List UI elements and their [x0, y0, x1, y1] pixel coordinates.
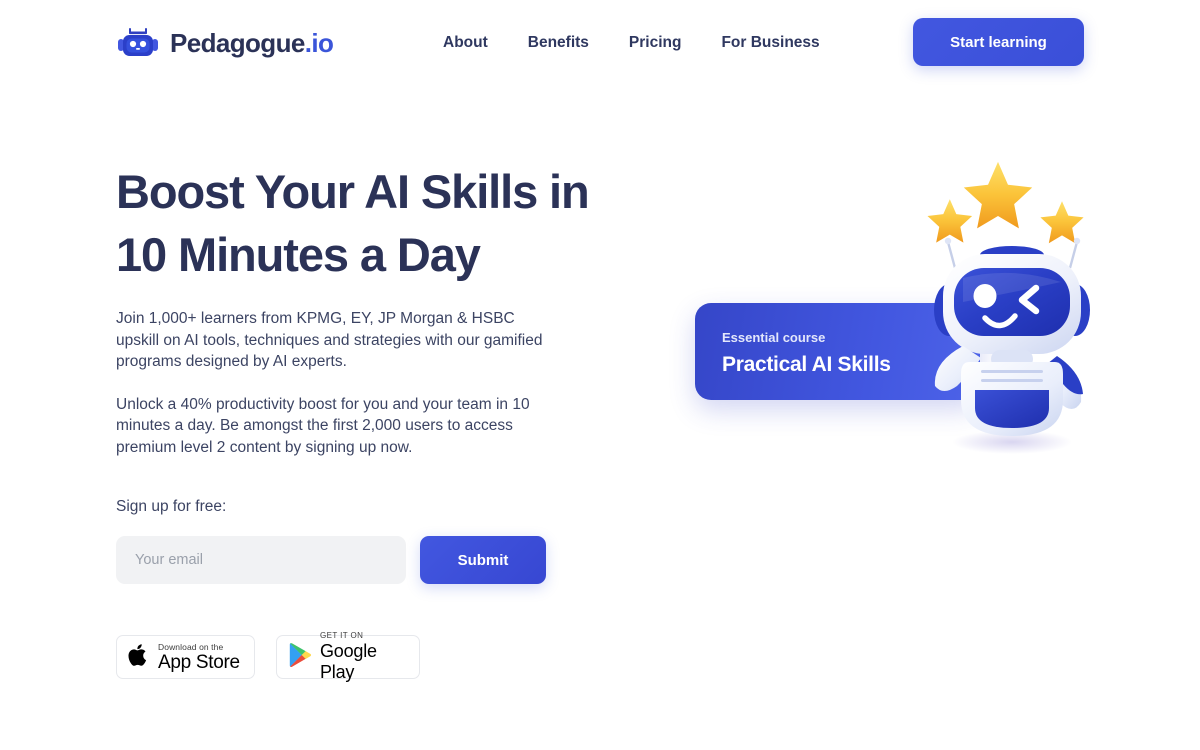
submit-button[interactable]: Submit	[420, 536, 546, 584]
app-store-badge-top: Download on the	[158, 641, 224, 652]
nav-link-for-business[interactable]: For Business	[721, 31, 819, 55]
main-navigation: About Benefits Pricing For Business	[443, 31, 820, 55]
google-play-badge-label: Google Play	[320, 641, 377, 682]
robot-eye-open	[973, 284, 997, 308]
start-learning-button[interactable]: Start learning	[913, 18, 1084, 66]
google-play-icon	[288, 642, 312, 673]
brand-name: Pedagogue.io	[170, 28, 334, 58]
landing-page: Pedagogue.io About Benefits Pricing For …	[0, 0, 1200, 750]
star-icon-right	[1040, 201, 1084, 244]
signup-form: Submit	[116, 536, 546, 584]
hero-paragraph-2: Unlock a 40% productivity boost for you …	[116, 395, 530, 456]
brand-logo[interactable]: Pedagogue.io	[116, 26, 334, 60]
robot-mascot-illustration	[905, 150, 1120, 470]
nav-link-about[interactable]: About	[443, 31, 488, 55]
robot-head-icon	[116, 26, 160, 60]
hero-description: Join 1,000+ learners from KPMG, EY, JP M…	[116, 308, 548, 458]
store-badges: Download on the App Store GET IT ON Goog…	[116, 631, 420, 682]
nav-link-benefits[interactable]: Benefits	[528, 31, 589, 55]
email-field[interactable]	[116, 536, 406, 584]
signup-label: Sign up for free:	[116, 498, 227, 515]
hero-content: Boost Your AI Skills in 10 Minutes a Day…	[116, 160, 676, 682]
nav-link-pricing[interactable]: Pricing	[629, 31, 682, 55]
star-icon-left	[927, 199, 973, 243]
site-header: Pedagogue.io About Benefits Pricing For …	[0, 0, 1200, 86]
app-store-badge[interactable]: Download on the App Store	[116, 635, 255, 679]
page-title: Boost Your AI Skills in 10 Minutes a Day	[116, 165, 590, 281]
apple-logo-icon	[128, 642, 150, 673]
course-card-eyebrow: Essential course	[722, 330, 826, 345]
star-icon-center	[963, 161, 1033, 229]
hero-illustration: Essential course Practical AI Skills	[660, 150, 1120, 480]
app-store-badge-label: App Store	[158, 651, 240, 673]
brand-suffix: .io	[304, 28, 334, 58]
google-play-badge-top: GET IT ON	[320, 631, 364, 640]
google-play-badge[interactable]: GET IT ON Google Play	[276, 631, 420, 682]
course-card-title: Practical AI Skills	[722, 353, 891, 376]
hero-paragraph-1: Join 1,000+ learners from KPMG, EY, JP M…	[116, 310, 543, 370]
